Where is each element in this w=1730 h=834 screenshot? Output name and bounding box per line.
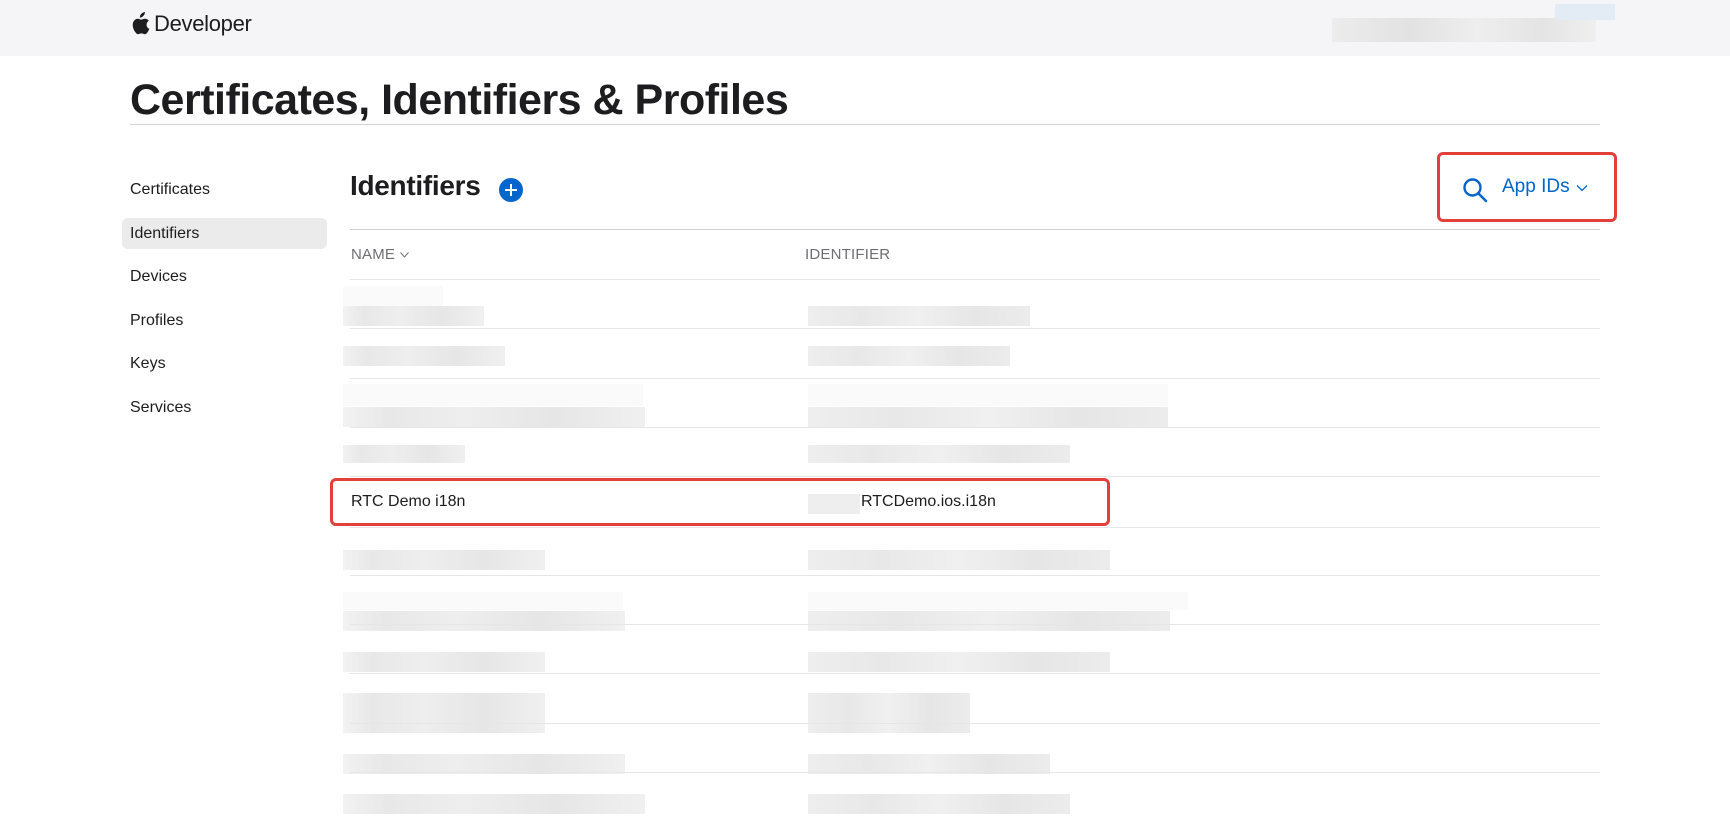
redacted-name[interactable] [343,306,484,326]
identifier-row-bundle-id[interactable]: RTCDemo.ios.i18n [861,493,996,511]
redacted-identifier[interactable] [808,693,970,733]
page-title: Certificates, Identifiers & Profiles [130,76,789,124]
redacted-identifier[interactable] [808,652,1110,672]
brand-name: Developer [154,11,252,36]
table-row-divider [350,476,1600,477]
column-header-name[interactable]: NAME [351,246,410,263]
sidebar-item-devices[interactable]: Devices [122,261,327,292]
global-header: Developer [0,0,1730,56]
search-icon[interactable] [1462,177,1488,203]
redacted-identifier-prefix [808,494,860,514]
sidebar-item-identifiers[interactable]: Identifiers [122,217,327,249]
redacted-name[interactable] [343,445,465,463]
identifier-row-name[interactable]: RTC Demo i18n [351,493,465,511]
table-header-divider [350,279,1600,280]
redacted-identifier[interactable] [808,611,1170,631]
redacted-name[interactable] [343,693,545,733]
add-identifier-button[interactable] [499,178,523,202]
redacted-identifier[interactable] [808,445,1070,463]
table-row-divider [350,527,1600,528]
sidebar-item-profiles[interactable]: Profiles [122,305,327,336]
sidebar-item-keys[interactable]: Keys [122,348,327,379]
sidebar-item-services[interactable]: Services [122,392,327,423]
table-row-divider [350,723,1600,724]
redacted-name[interactable] [343,346,505,366]
redacted-name[interactable] [343,611,625,631]
redacted-name[interactable] [343,794,645,814]
redacted-ghost [808,592,1188,610]
table-row-divider [350,378,1600,379]
sidebar-item-certificates[interactable]: Certificates [122,174,327,205]
sidebar-nav: Certificates Identifiers Devices Profile… [122,174,327,435]
redacted-name[interactable] [343,550,545,570]
redacted-identifier[interactable] [808,794,1070,814]
title-divider [130,124,1600,125]
redacted-identifier[interactable] [808,346,1010,366]
redacted-name[interactable] [343,407,645,427]
account-avatar[interactable] [1555,4,1615,20]
redacted-name[interactable] [343,652,545,672]
redacted-identifier[interactable] [808,550,1110,570]
redacted-ghost [808,384,1168,406]
account-menu[interactable] [1332,18,1596,42]
column-header-identifier: IDENTIFIER [805,246,891,263]
chevron-down-icon[interactable] [1576,184,1588,192]
table-row-divider [350,328,1600,329]
redacted-identifier[interactable] [808,407,1168,427]
redacted-ghost [343,384,643,406]
app-ids-filter-dropdown[interactable]: App IDs [1502,176,1570,198]
section-title: Identifiers [350,170,481,201]
table-row-divider [350,624,1600,625]
redacted-name[interactable] [343,754,625,774]
developer-home-link[interactable]: Developer [130,11,252,37]
redacted-ghost [343,592,623,610]
table-row-divider [350,427,1600,428]
table-row-divider [350,575,1600,576]
table-row-divider [350,673,1600,674]
table-top-divider [350,229,1600,230]
table-row-divider [350,772,1600,773]
column-header-name-label: NAME [351,246,396,263]
sort-chevron-icon [400,252,410,258]
redacted-identifier[interactable] [808,306,1030,326]
apple-logo-icon [132,12,150,35]
redacted-identifier[interactable] [808,754,1050,774]
